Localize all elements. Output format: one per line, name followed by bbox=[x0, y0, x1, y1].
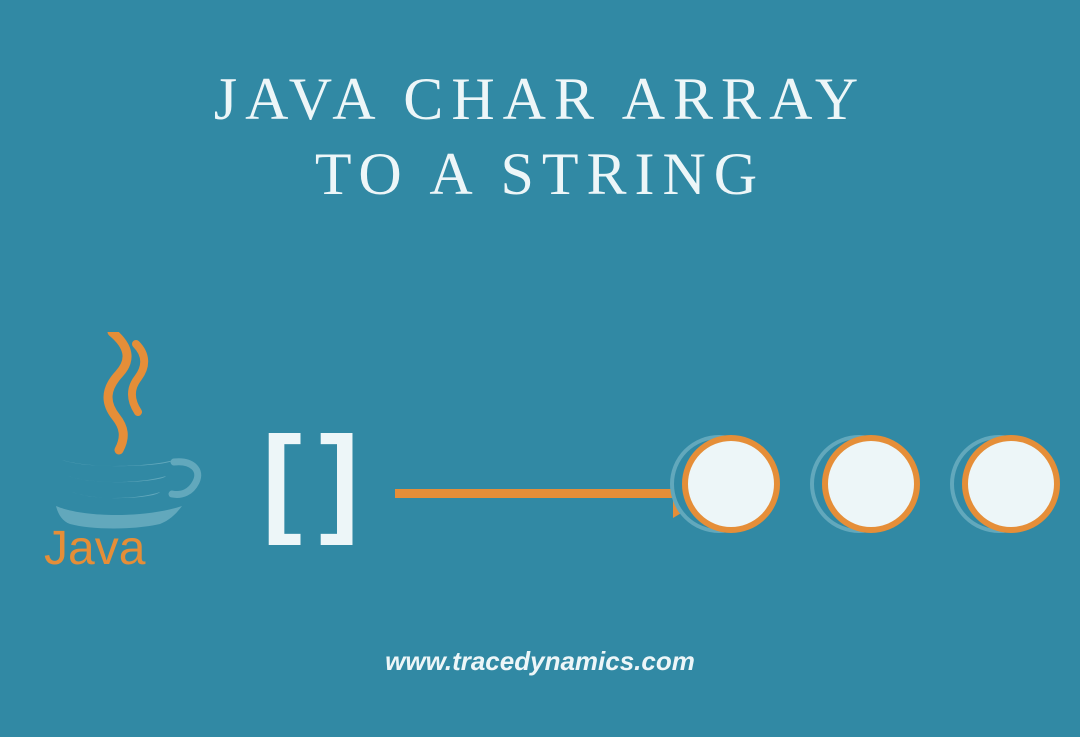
string-circles bbox=[682, 435, 1062, 535]
java-logo: Java bbox=[34, 332, 214, 572]
circle-3 bbox=[962, 435, 1062, 535]
arrow-line bbox=[395, 489, 675, 498]
circle-2 bbox=[822, 435, 922, 535]
title-line-2: TO A STRING bbox=[315, 141, 765, 207]
page-title: JAVA CHAR ARRAY TO A STRING bbox=[0, 62, 1080, 212]
title-line-1: JAVA CHAR ARRAY bbox=[214, 66, 866, 132]
array-brackets: [ ] bbox=[262, 410, 351, 548]
arrow-icon bbox=[395, 474, 715, 514]
circle-main bbox=[962, 435, 1060, 533]
circle-1 bbox=[682, 435, 782, 535]
circle-main bbox=[682, 435, 780, 533]
java-logo-text: Java bbox=[44, 522, 146, 572]
website-url: www.tracedynamics.com bbox=[0, 646, 1080, 677]
circle-main bbox=[822, 435, 920, 533]
